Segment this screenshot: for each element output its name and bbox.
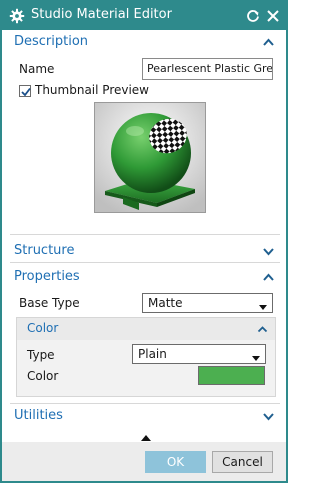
collapse-arrow-icon[interactable] bbox=[141, 431, 151, 441]
structure-section-header[interactable]: Structure bbox=[2, 240, 286, 262]
dropdown-arrow-icon bbox=[252, 351, 260, 361]
color-swatch[interactable] bbox=[198, 366, 265, 385]
base-type-label: Base Type bbox=[19, 296, 80, 310]
base-type-select[interactable]: Matte bbox=[142, 293, 273, 313]
material-editor-dialog: Studio Material Editor Description Name … bbox=[0, 0, 288, 483]
properties-section-header[interactable]: Properties bbox=[2, 266, 286, 288]
thumbnail-preview-label: Thumbnail Preview bbox=[35, 83, 149, 97]
color-type-select[interactable]: Plain bbox=[132, 344, 266, 364]
ok-button[interactable]: OK bbox=[145, 451, 206, 473]
title-bar[interactable]: Studio Material Editor bbox=[2, 2, 286, 30]
type-label: Type bbox=[27, 348, 55, 362]
thumbnail-preview-checkbox[interactable] bbox=[19, 85, 31, 97]
properties-header-label: Properties bbox=[14, 269, 80, 284]
section-divider bbox=[10, 262, 280, 263]
color-type-value: Plain bbox=[138, 347, 167, 361]
material-thumbnail bbox=[94, 102, 206, 213]
base-type-value: Matte bbox=[148, 296, 183, 310]
chevron-down-icon[interactable] bbox=[262, 245, 275, 258]
description-header-label: Description bbox=[14, 34, 89, 49]
name-field-value: Pearlescent Plastic Green bbox=[147, 62, 273, 75]
color-subpanel-header[interactable]: Color bbox=[17, 318, 275, 340]
window-title: Studio Material Editor bbox=[31, 7, 172, 22]
chevron-up-icon[interactable] bbox=[262, 271, 275, 284]
dropdown-arrow-icon bbox=[259, 300, 267, 310]
name-field[interactable]: Pearlescent Plastic Green bbox=[142, 58, 273, 80]
gear-icon bbox=[9, 8, 25, 24]
section-divider bbox=[10, 234, 280, 235]
close-icon[interactable] bbox=[265, 8, 281, 24]
chevron-up-icon[interactable] bbox=[257, 324, 268, 335]
utilities-section-header[interactable]: Utilities bbox=[2, 405, 286, 427]
description-section-header[interactable]: Description bbox=[2, 31, 286, 53]
chevron-down-icon[interactable] bbox=[262, 410, 275, 423]
chevron-up-icon[interactable] bbox=[262, 36, 275, 49]
utilities-header-label: Utilities bbox=[14, 408, 63, 423]
structure-header-label: Structure bbox=[14, 243, 75, 258]
name-label: Name bbox=[19, 62, 55, 76]
color-subpanel-label: Color bbox=[27, 321, 59, 335]
color-label: Color bbox=[27, 369, 59, 383]
cancel-button[interactable]: Cancel bbox=[212, 451, 273, 473]
reset-icon[interactable] bbox=[245, 8, 261, 24]
section-divider bbox=[10, 403, 280, 404]
